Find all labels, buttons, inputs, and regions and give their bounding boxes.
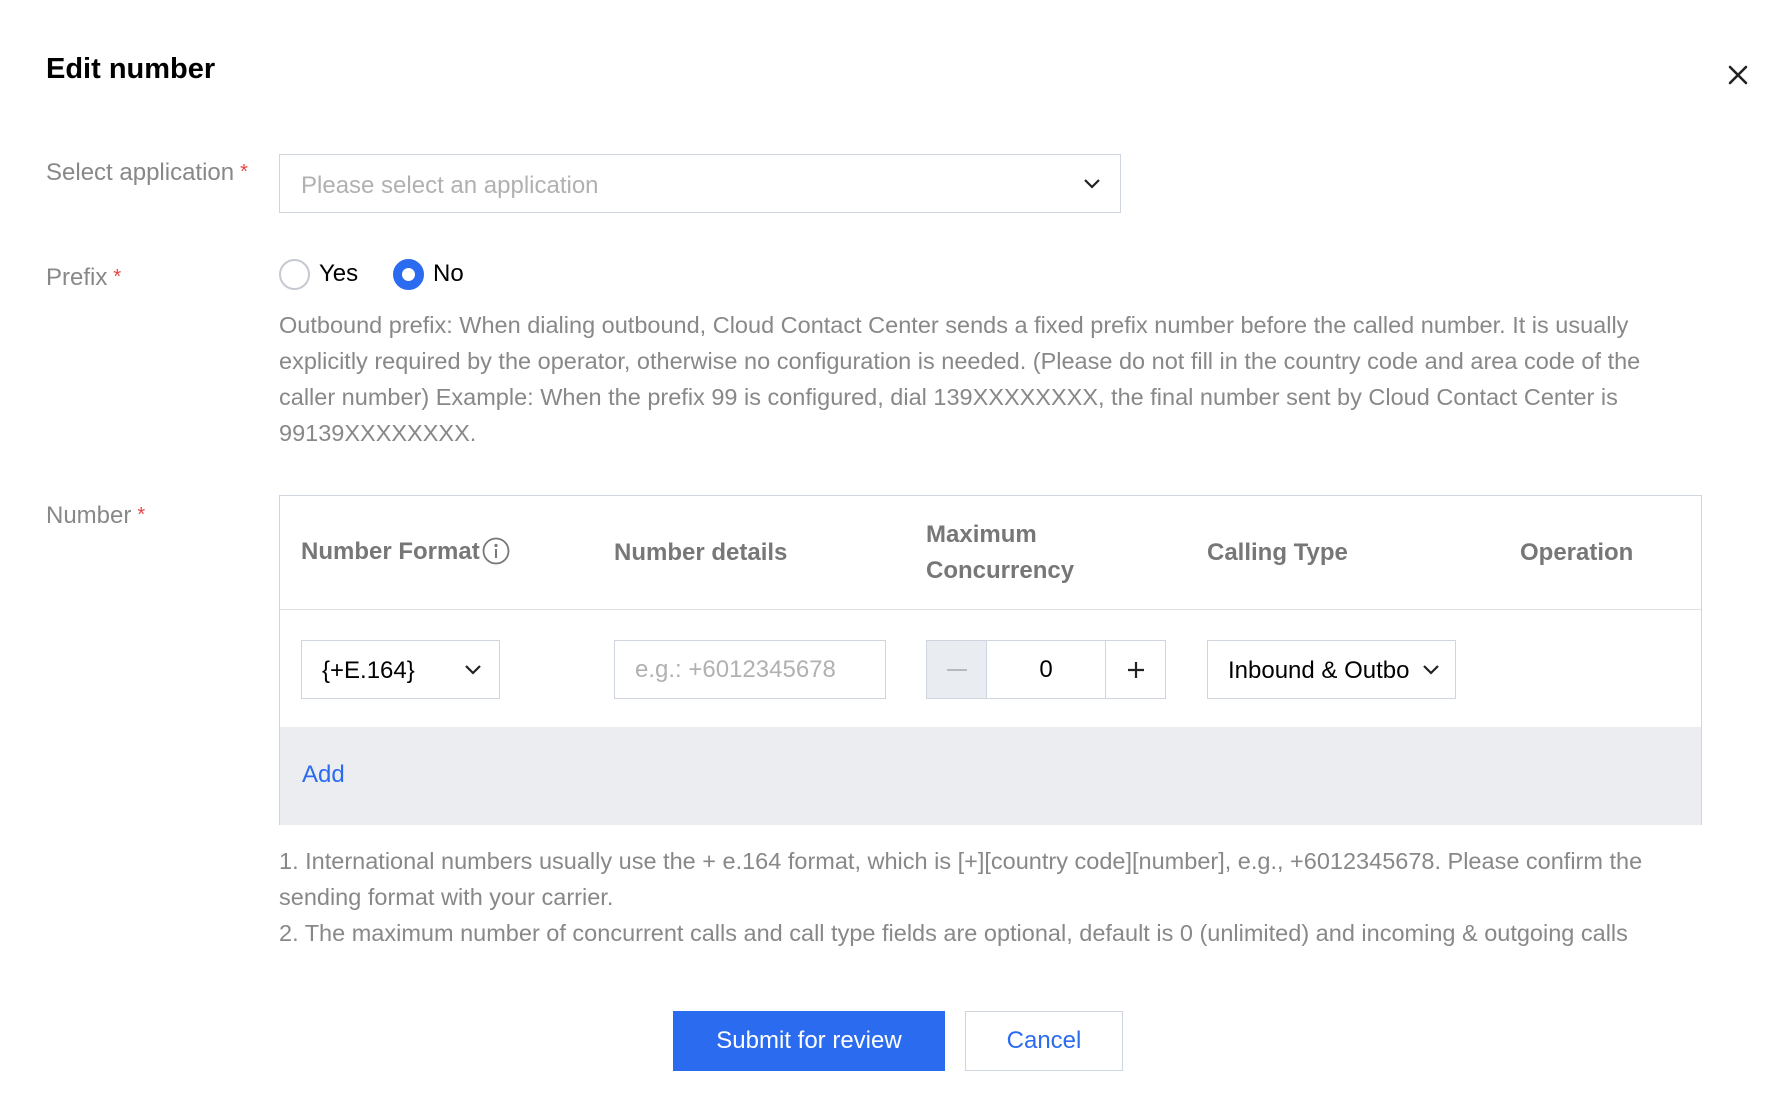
column-calling-type: Calling Type xyxy=(1207,539,1348,566)
application-select-placeholder: Please select an application xyxy=(301,172,599,199)
chevron-down-icon xyxy=(463,660,483,685)
column-operation: Operation xyxy=(1520,539,1634,566)
number-format-select[interactable]: {+E.164} xyxy=(301,640,500,699)
prefix-radio-yes[interactable]: Yes xyxy=(279,258,358,290)
application-label: Select application * xyxy=(46,159,248,187)
number-table-header: Number Format Number details Maximum Con… xyxy=(280,496,1701,610)
chevron-down-icon xyxy=(1082,174,1102,199)
table-row: {+E.164} 0 Inbound & Outbound xyxy=(280,610,1701,727)
chevron-down-icon xyxy=(1421,660,1441,685)
max-concurrency-stepper: 0 xyxy=(926,640,1166,699)
required-mark: * xyxy=(240,161,248,183)
number-details-input[interactable] xyxy=(614,640,886,699)
prefix-label: Prefix * xyxy=(46,264,121,292)
increment-button[interactable] xyxy=(1105,641,1165,698)
column-max-concurrency-line1: Maximum xyxy=(926,521,1037,548)
number-format-value: {+E.164} xyxy=(322,657,415,684)
calling-type-value: Inbound & Outbound xyxy=(1228,657,1410,684)
add-number-link[interactable]: Add xyxy=(302,761,345,789)
column-number-format: Number Format xyxy=(301,534,510,576)
note-item: 1. International numbers usually use the… xyxy=(279,848,1643,910)
decrement-button[interactable] xyxy=(927,641,987,698)
prefix-radio-no[interactable]: No xyxy=(393,258,464,290)
info-icon[interactable] xyxy=(482,537,510,576)
prefix-radio-yes-label: Yes xyxy=(319,260,359,287)
prefix-radio-no-label: No xyxy=(433,260,464,287)
required-mark: * xyxy=(113,266,122,288)
number-table: Number Format Number details Maximum Con… xyxy=(279,495,1702,825)
radio-checked-icon xyxy=(393,258,424,290)
required-mark: * xyxy=(137,504,146,526)
calling-type-select[interactable]: Inbound & Outbound xyxy=(1207,640,1456,699)
max-concurrency-value[interactable]: 0 xyxy=(987,641,1105,698)
number-notes: 1. International numbers usually use the… xyxy=(279,843,1709,951)
number-label: Number * xyxy=(46,502,145,530)
column-max-concurrency: Maximum Concurrency xyxy=(926,517,1074,589)
column-number-format-label: Number Format xyxy=(301,538,480,565)
edit-number-dialog: Edit number Select application * Please s… xyxy=(0,0,1788,1112)
column-max-concurrency-line2: Concurrency xyxy=(926,557,1075,584)
dialog-title: Edit number xyxy=(46,53,216,85)
radio-unchecked-icon xyxy=(279,258,310,290)
prefix-label-text: Prefix xyxy=(46,264,108,291)
number-table-footer: Add xyxy=(280,727,1701,825)
close-icon[interactable] xyxy=(1723,60,1753,90)
cancel-button[interactable]: Cancel xyxy=(965,1011,1123,1071)
prefix-description: Outbound prefix: When dialing outbound, … xyxy=(279,312,1641,446)
application-label-text: Select application xyxy=(46,159,235,186)
application-select[interactable]: Please select an application xyxy=(279,154,1121,213)
number-label-text: Number xyxy=(46,502,132,529)
minus-icon xyxy=(946,668,967,671)
submit-for-review-button[interactable]: Submit for review xyxy=(673,1011,945,1071)
plus-icon xyxy=(1127,661,1144,678)
note-item: 2. The maximum number of concurrent call… xyxy=(279,920,1628,946)
column-number-details: Number details xyxy=(614,539,788,566)
